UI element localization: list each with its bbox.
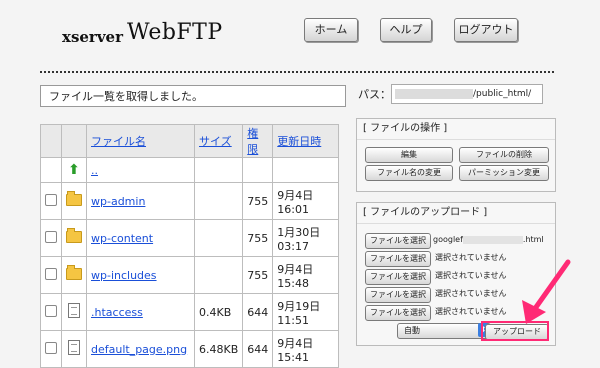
row-checkbox[interactable] bbox=[45, 267, 57, 280]
header-icon-col bbox=[61, 124, 87, 158]
parent-dir-icon: ⬆ bbox=[61, 157, 87, 183]
file-size bbox=[193, 219, 244, 257]
folder-icon bbox=[66, 227, 82, 243]
row-checkbox[interactable] bbox=[45, 230, 57, 243]
choose-file-button[interactable]: ファイルを選択 bbox=[365, 305, 431, 321]
file-link[interactable]: .htaccess bbox=[91, 306, 143, 319]
file-date: 9月4日 15:48 bbox=[272, 256, 340, 294]
table-row: wp-includes 755 9月4日 15:48 bbox=[40, 256, 340, 294]
file-permission: 644 bbox=[242, 330, 274, 368]
table-row: wp-admin 755 9月4日 16:01 bbox=[40, 182, 340, 220]
table-header-row: ファイル名 サイズ 権限 更新日時 bbox=[40, 124, 340, 158]
file-link[interactable]: wp-includes bbox=[91, 269, 157, 282]
table-row-parent[interactable]: ⬆ .. bbox=[40, 157, 340, 183]
row-checkbox[interactable] bbox=[45, 304, 57, 317]
transfer-mode-select[interactable]: 自動 bbox=[397, 323, 491, 339]
file-size bbox=[193, 182, 244, 220]
file-permission: 755 bbox=[242, 182, 274, 220]
path-label: パス： bbox=[358, 88, 391, 101]
file-icon bbox=[68, 303, 80, 318]
header-date[interactable]: 更新日時 bbox=[272, 124, 340, 158]
header-permission[interactable]: 権限 bbox=[242, 124, 274, 158]
file-date: 9月4日 15:41 bbox=[272, 330, 340, 368]
parent-dir-link[interactable]: .. bbox=[91, 164, 98, 177]
pointer-arrow-icon bbox=[522, 259, 571, 324]
header-divider bbox=[40, 71, 554, 73]
file-permission: 755 bbox=[242, 219, 274, 257]
path-value: /public_html/ bbox=[473, 89, 532, 99]
selected-file-name: googlef .html bbox=[433, 235, 544, 244]
file-operations-panel: [ ファイルの操作 ] 編集 ファイルの削除 ファイル名の変更 パーミッション変… bbox=[356, 118, 556, 192]
header-check-col bbox=[40, 124, 62, 158]
table-row: default_page.png 6.48KB 644 9月4日 15:41 bbox=[40, 330, 340, 368]
file-date: 9月19日 11:51 bbox=[272, 293, 340, 331]
file-operations-title: [ ファイルの操作 ] bbox=[357, 119, 555, 140]
no-file-selected: 選択されていません bbox=[435, 289, 507, 298]
row-checkbox[interactable] bbox=[45, 341, 57, 354]
table-row: wp-content 755 1月30日 03:17 bbox=[40, 219, 340, 257]
file-size: 0.4KB bbox=[193, 293, 244, 331]
choose-file-button[interactable]: ファイルを選択 bbox=[365, 287, 431, 303]
logo-webftp: WebFTP bbox=[127, 20, 223, 45]
no-file-selected: 選択されていません bbox=[435, 271, 507, 280]
file-date: 1月30日 03:17 bbox=[272, 219, 340, 257]
header-filename[interactable]: ファイル名 bbox=[86, 124, 195, 158]
no-file-selected: 選択されていません bbox=[435, 253, 507, 262]
file-link[interactable]: wp-content bbox=[91, 232, 153, 245]
choose-file-button[interactable]: ファイルを選択 bbox=[365, 251, 431, 267]
logo-xserver: xserver bbox=[62, 28, 123, 46]
edit-button[interactable]: 編集 bbox=[365, 147, 453, 163]
folder-icon bbox=[66, 264, 82, 280]
delete-file-button[interactable]: ファイルの削除 bbox=[459, 147, 549, 163]
file-size: 6.48KB bbox=[193, 330, 244, 368]
file-upload-title: [ ファイルのアップロード ] bbox=[357, 203, 555, 224]
redacted-filename bbox=[462, 235, 523, 244]
file-permission: 755 bbox=[242, 256, 274, 294]
no-file-selected: 選択されていません bbox=[435, 307, 507, 316]
file-date: 9月4日 16:01 bbox=[272, 182, 340, 220]
row-check-empty bbox=[40, 157, 62, 183]
help-button[interactable]: ヘルプ bbox=[380, 18, 432, 42]
folder-icon bbox=[66, 190, 82, 206]
path-field[interactable]: /public_html/ bbox=[391, 84, 543, 104]
file-size bbox=[193, 256, 244, 294]
file-permission: 644 bbox=[242, 293, 274, 331]
rename-button[interactable]: ファイル名の変更 bbox=[365, 165, 453, 181]
redacted-path bbox=[395, 88, 473, 99]
change-permission-button[interactable]: パーミッション変更 bbox=[459, 165, 549, 181]
table-row: .htaccess 0.4KB 644 9月19日 11:51 bbox=[40, 293, 340, 331]
status-message: ファイル一覧を取得しました。 bbox=[40, 85, 346, 107]
file-link[interactable]: default_page.png bbox=[91, 343, 187, 356]
image-file-icon bbox=[68, 340, 80, 355]
home-button[interactable]: ホーム bbox=[304, 18, 358, 42]
logout-button[interactable]: ログアウト bbox=[454, 18, 518, 42]
file-link[interactable]: wp-admin bbox=[91, 195, 145, 208]
choose-file-button[interactable]: ファイルを選択 bbox=[365, 233, 431, 249]
row-checkbox[interactable] bbox=[45, 193, 57, 206]
file-table: ファイル名 サイズ 権限 更新日時 ⬆ .. wp-admin 755 9月4日… bbox=[40, 124, 340, 368]
header-size[interactable]: サイズ bbox=[193, 124, 244, 158]
choose-file-button[interactable]: ファイルを選択 bbox=[365, 269, 431, 285]
